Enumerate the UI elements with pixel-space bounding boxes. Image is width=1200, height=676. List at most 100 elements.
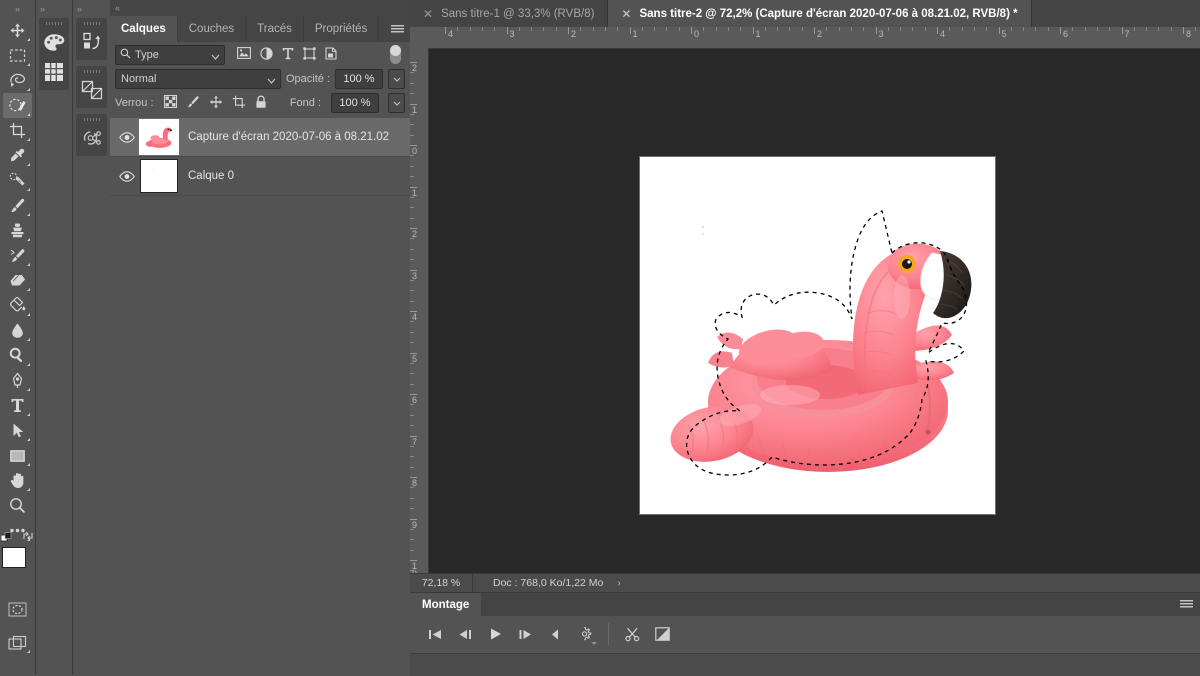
tab-couches[interactable]: Couches	[178, 16, 246, 42]
dock1-grip[interactable]	[39, 18, 69, 27]
type-tool[interactable]	[3, 393, 32, 418]
toolbar-collapse-button[interactable]: »	[0, 0, 35, 18]
table-row[interactable]: Calque 0	[110, 157, 410, 196]
dock2-grip-1[interactable]	[76, 18, 107, 27]
lock-position-icon[interactable]	[209, 95, 223, 112]
blend-mode-select[interactable]: Normal	[115, 69, 281, 89]
flamingo-float-artwork	[640, 157, 995, 514]
transition-button[interactable]	[647, 619, 677, 649]
tool-options-corner	[27, 38, 30, 41]
lock-transparency-icon[interactable]	[164, 95, 177, 111]
lasso-tool[interactable]	[3, 68, 32, 93]
filter-smart-object-icon[interactable]	[325, 47, 337, 63]
dock2-grip-2[interactable]	[76, 66, 107, 75]
audio-button[interactable]	[540, 619, 570, 649]
fill-stepper[interactable]	[388, 93, 405, 113]
tool-options-corner	[27, 463, 30, 466]
status-bar: 72,18 % Doc : 768,0 Ko/1,22 Mo ›	[410, 573, 1200, 592]
paint-bucket-tool[interactable]	[3, 293, 32, 318]
go-to-first-frame-button[interactable]	[420, 619, 450, 649]
rectangular-marquee-tool[interactable]	[3, 43, 32, 68]
split-clip-button[interactable]	[617, 619, 647, 649]
tab-traces[interactable]: Tracés	[246, 16, 304, 42]
brush-tool[interactable]	[3, 193, 32, 218]
libraries-panel-icon[interactable]	[76, 75, 107, 105]
ruler-minor-tick	[1158, 27, 1159, 31]
artboard[interactable]	[640, 157, 995, 514]
history-panel-icon[interactable]	[76, 123, 107, 153]
path-selection-tool[interactable]	[3, 418, 32, 443]
dock2-collapse-button[interactable]: »	[73, 0, 110, 18]
canvas-viewport[interactable]	[428, 48, 1200, 574]
table-row[interactable]: Capture d'écran 2020-07-06 à 08.21.02	[110, 118, 410, 157]
healing-brush-tool[interactable]	[3, 168, 32, 193]
rectangle-shape-tool[interactable]	[3, 443, 32, 468]
tab-montage[interactable]: Montage	[410, 593, 481, 616]
horizontal-ruler[interactable]: 4321012345678910111213	[428, 27, 1200, 49]
tab-calques[interactable]: Calques	[110, 16, 178, 42]
ruler-minor-tick	[410, 446, 414, 447]
layer-visibility-toggle[interactable]	[114, 132, 140, 143]
filter-pixels-icon[interactable]	[237, 47, 251, 62]
filter-kind-select[interactable]: Type	[115, 45, 225, 65]
history-brush-tool[interactable]	[3, 243, 32, 268]
ruler-minor-tick	[410, 363, 414, 364]
filter-adjustment-icon[interactable]	[260, 47, 273, 63]
timeline-track-strip[interactable]	[410, 653, 1200, 676]
zoom-tool[interactable]	[3, 493, 32, 518]
opacity-value[interactable]: 100 %	[335, 69, 383, 89]
chevron-right-icon[interactable]: ›	[617, 578, 620, 589]
tab-proprietes[interactable]: Propriétés	[304, 16, 379, 42]
close-icon[interactable]: ✕	[423, 7, 433, 21]
adjustments-panel-icon[interactable]	[76, 27, 107, 57]
color-panel-icon[interactable]	[39, 27, 69, 57]
ruler-minor-tick	[410, 508, 414, 509]
dock2-grip-3[interactable]	[76, 114, 107, 123]
filter-shape-icon[interactable]	[303, 47, 316, 63]
close-icon[interactable]: ✕	[621, 7, 631, 21]
quick-selection-tool[interactable]	[3, 93, 32, 118]
swatches-panel-icon[interactable]	[39, 57, 69, 87]
color-swatches[interactable]	[1, 545, 34, 585]
swap-colors-icon[interactable]	[22, 530, 34, 545]
eraser-tool[interactable]	[3, 268, 32, 293]
ruler-corner[interactable]	[410, 27, 429, 49]
eyedropper-tool[interactable]	[3, 143, 32, 168]
lock-all-icon[interactable]	[255, 95, 267, 112]
layer-thumbnail[interactable]	[140, 120, 178, 154]
timeline-tabstrip: Montage	[410, 593, 1200, 616]
clone-stamp-tool[interactable]	[3, 218, 32, 243]
layers-panel-collapse-button[interactable]: «	[110, 0, 410, 16]
panel-menu-icon[interactable]	[391, 16, 404, 42]
dock1-collapse-button[interactable]: »	[36, 0, 72, 18]
filter-type-icon[interactable]	[282, 47, 294, 63]
quick-mask-icon[interactable]	[3, 597, 32, 622]
crop-tool[interactable]	[3, 118, 32, 143]
lock-artboard-icon[interactable]	[232, 95, 246, 112]
opacity-stepper[interactable]	[388, 69, 405, 89]
move-tool[interactable]	[3, 18, 32, 43]
blur-tool[interactable]	[3, 318, 32, 343]
filter-toggle-switch[interactable]	[390, 45, 401, 64]
reset-colors-icon[interactable]	[1, 532, 12, 546]
layer-thumbnail[interactable]	[140, 159, 178, 193]
status-zoom-level[interactable]: 72,18 %	[410, 574, 473, 592]
previous-frame-button[interactable]	[450, 619, 480, 649]
hand-tool[interactable]	[3, 468, 32, 493]
status-doc-info[interactable]: Doc : 768,0 Ko/1,22 Mo	[473, 577, 603, 589]
lock-image-icon[interactable]	[186, 95, 200, 112]
vertical-ruler[interactable]: 2101234567891 0	[410, 48, 429, 574]
document-tab-sans-titre-2[interactable]: ✕ Sans titre-2 @ 72,2% (Capture d'écran …	[608, 0, 1031, 27]
panel-menu-icon[interactable]	[1180, 593, 1193, 616]
layer-visibility-toggle[interactable]	[114, 171, 140, 182]
foreground-color-swatch[interactable]	[2, 547, 26, 568]
play-button[interactable]	[480, 619, 510, 649]
pen-tool[interactable]	[3, 368, 32, 393]
timeline-settings-button[interactable]	[570, 619, 600, 649]
next-frame-button[interactable]	[510, 619, 540, 649]
document-tab-sans-titre-1[interactable]: ✕ Sans titre-1 @ 33,3% (RVB/8)	[410, 0, 608, 27]
dock2-group-adjustments	[76, 18, 107, 60]
screen-mode-icon[interactable]	[3, 630, 32, 655]
fill-value[interactable]: 100 %	[331, 93, 379, 113]
dodge-tool[interactable]	[3, 343, 32, 368]
